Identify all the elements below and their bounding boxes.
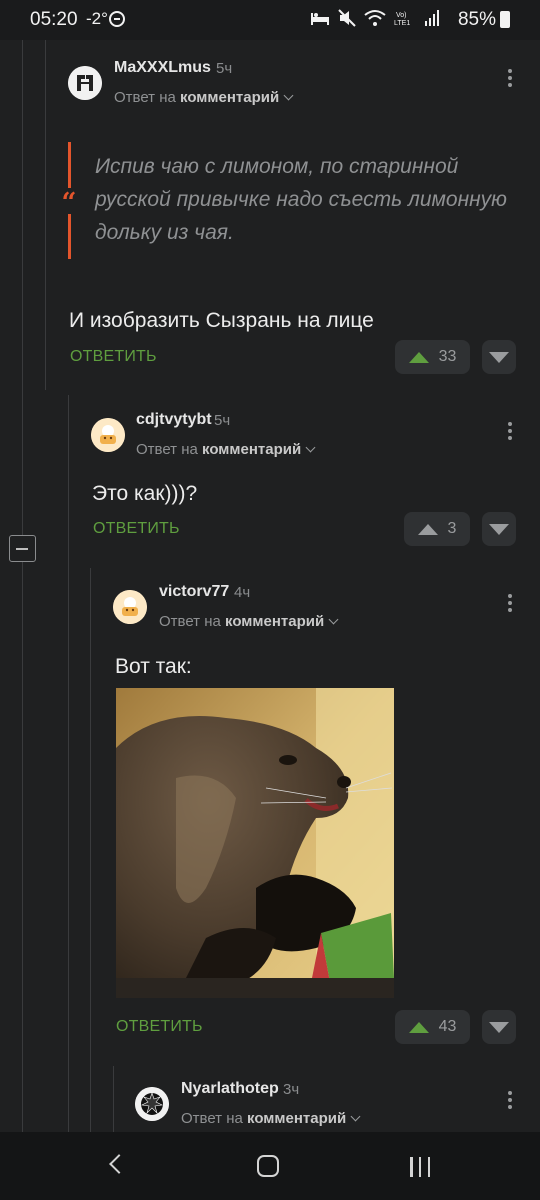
thread-line	[22, 40, 23, 535]
avatar[interactable]	[113, 590, 147, 624]
svg-text:Vo): Vo)	[396, 12, 407, 19]
thread-line	[90, 568, 91, 1132]
username[interactable]: victorv77	[159, 583, 229, 601]
status-weather: -2°	[86, 9, 108, 28]
reply-to-prefix: Ответ на	[181, 1110, 243, 1127]
upvote-button[interactable]: 3	[404, 512, 470, 546]
reply-button[interactable]: ОТВЕТИТЬ	[93, 520, 180, 538]
thread-line	[68, 395, 69, 1132]
reply-to-target: комментарий	[202, 441, 302, 458]
signal-icon	[425, 10, 439, 26]
upvote-icon	[408, 1021, 429, 1033]
back-icon[interactable]	[109, 1154, 129, 1174]
status-time: 05:20	[30, 9, 78, 30]
avatar[interactable]	[91, 418, 125, 452]
vote-count: 3	[447, 520, 457, 537]
downvote-icon	[489, 352, 509, 363]
attached-image[interactable]	[116, 688, 394, 998]
recents-icon[interactable]	[410, 1157, 430, 1177]
battery-percent: 85%	[457, 9, 496, 30]
username[interactable]: Nyarlathotep	[181, 1080, 279, 1098]
reply-button[interactable]: ОТВЕТИТЬ	[116, 1018, 203, 1036]
reply-to-link[interactable]: Ответ на комментарий	[181, 1110, 361, 1127]
sleep-mode-icon	[311, 13, 329, 25]
upvote-button[interactable]: 33	[395, 340, 470, 374]
reply-to-prefix: Ответ на	[159, 613, 221, 630]
username[interactable]: cdjtvytybt	[136, 411, 212, 429]
comment-time: 3ч	[283, 1081, 300, 1098]
chevron-down-icon	[350, 1111, 361, 1122]
kebab-menu-icon[interactable]	[507, 1091, 513, 1113]
volte-icon: Vo)LTE1	[394, 12, 410, 27]
thread-line	[22, 562, 23, 1132]
upvote-icon	[417, 523, 438, 535]
chevron-down-icon	[328, 614, 339, 625]
upvote-button[interactable]: 43	[395, 1010, 470, 1044]
status-bar: 05:20 -2° Vo) LTE1 85%	[0, 0, 540, 40]
reply-to-link[interactable]: Ответ на комментарий	[136, 441, 316, 458]
thread-line	[45, 40, 46, 390]
downvote-icon	[489, 1022, 509, 1033]
chevron-down-icon	[283, 90, 294, 101]
downvote-button[interactable]	[482, 1010, 516, 1044]
reply-to-target: комментарий	[225, 613, 325, 630]
wifi-icon	[364, 10, 386, 26]
upvote-icon	[408, 351, 429, 363]
downvote-icon	[489, 524, 509, 535]
avatar[interactable]	[135, 1087, 169, 1121]
kebab-menu-icon[interactable]	[507, 594, 513, 616]
avatar[interactable]	[68, 66, 102, 100]
quote-icon: “	[58, 188, 80, 218]
reply-to-prefix: Ответ на	[114, 89, 176, 106]
reply-to-link[interactable]: Ответ на комментарий	[159, 613, 339, 630]
thread-line	[113, 1066, 114, 1132]
comment-time: 5ч	[216, 60, 233, 77]
reply-to-target: комментарий	[247, 1110, 347, 1127]
comment-text: Вот так:	[115, 655, 192, 678]
downvote-button[interactable]	[482, 512, 516, 546]
comment-text: И изобразить Сызрань на лице	[69, 309, 374, 332]
kebab-menu-icon[interactable]	[507, 422, 513, 444]
reply-to-link[interactable]: Ответ на комментарий	[114, 89, 294, 106]
sync-icon	[109, 11, 125, 27]
battery-icon	[500, 11, 510, 28]
reply-button[interactable]: ОТВЕТИТЬ	[70, 348, 157, 366]
home-icon[interactable]	[257, 1155, 279, 1177]
comment-time: 5ч	[214, 412, 231, 429]
kebab-menu-icon[interactable]	[507, 69, 513, 91]
navigation-bar	[0, 1132, 540, 1200]
vote-count: 43	[438, 1018, 457, 1035]
reply-to-target: комментарий	[180, 89, 280, 106]
vote-count: 33	[438, 348, 457, 365]
quote-text: Испив чаю с лимоном, по старинной русско…	[95, 155, 507, 244]
collapse-icon[interactable]	[9, 535, 36, 562]
reply-to-prefix: Ответ на	[136, 441, 198, 458]
mute-icon	[338, 9, 356, 27]
downvote-button[interactable]	[482, 340, 516, 374]
username[interactable]: MaXXXLmus	[114, 59, 211, 77]
svg-text:LTE1: LTE1	[394, 20, 410, 27]
comment-time: 4ч	[234, 584, 251, 601]
comment-text: Это как)))?	[92, 482, 198, 505]
chevron-down-icon	[305, 442, 316, 453]
